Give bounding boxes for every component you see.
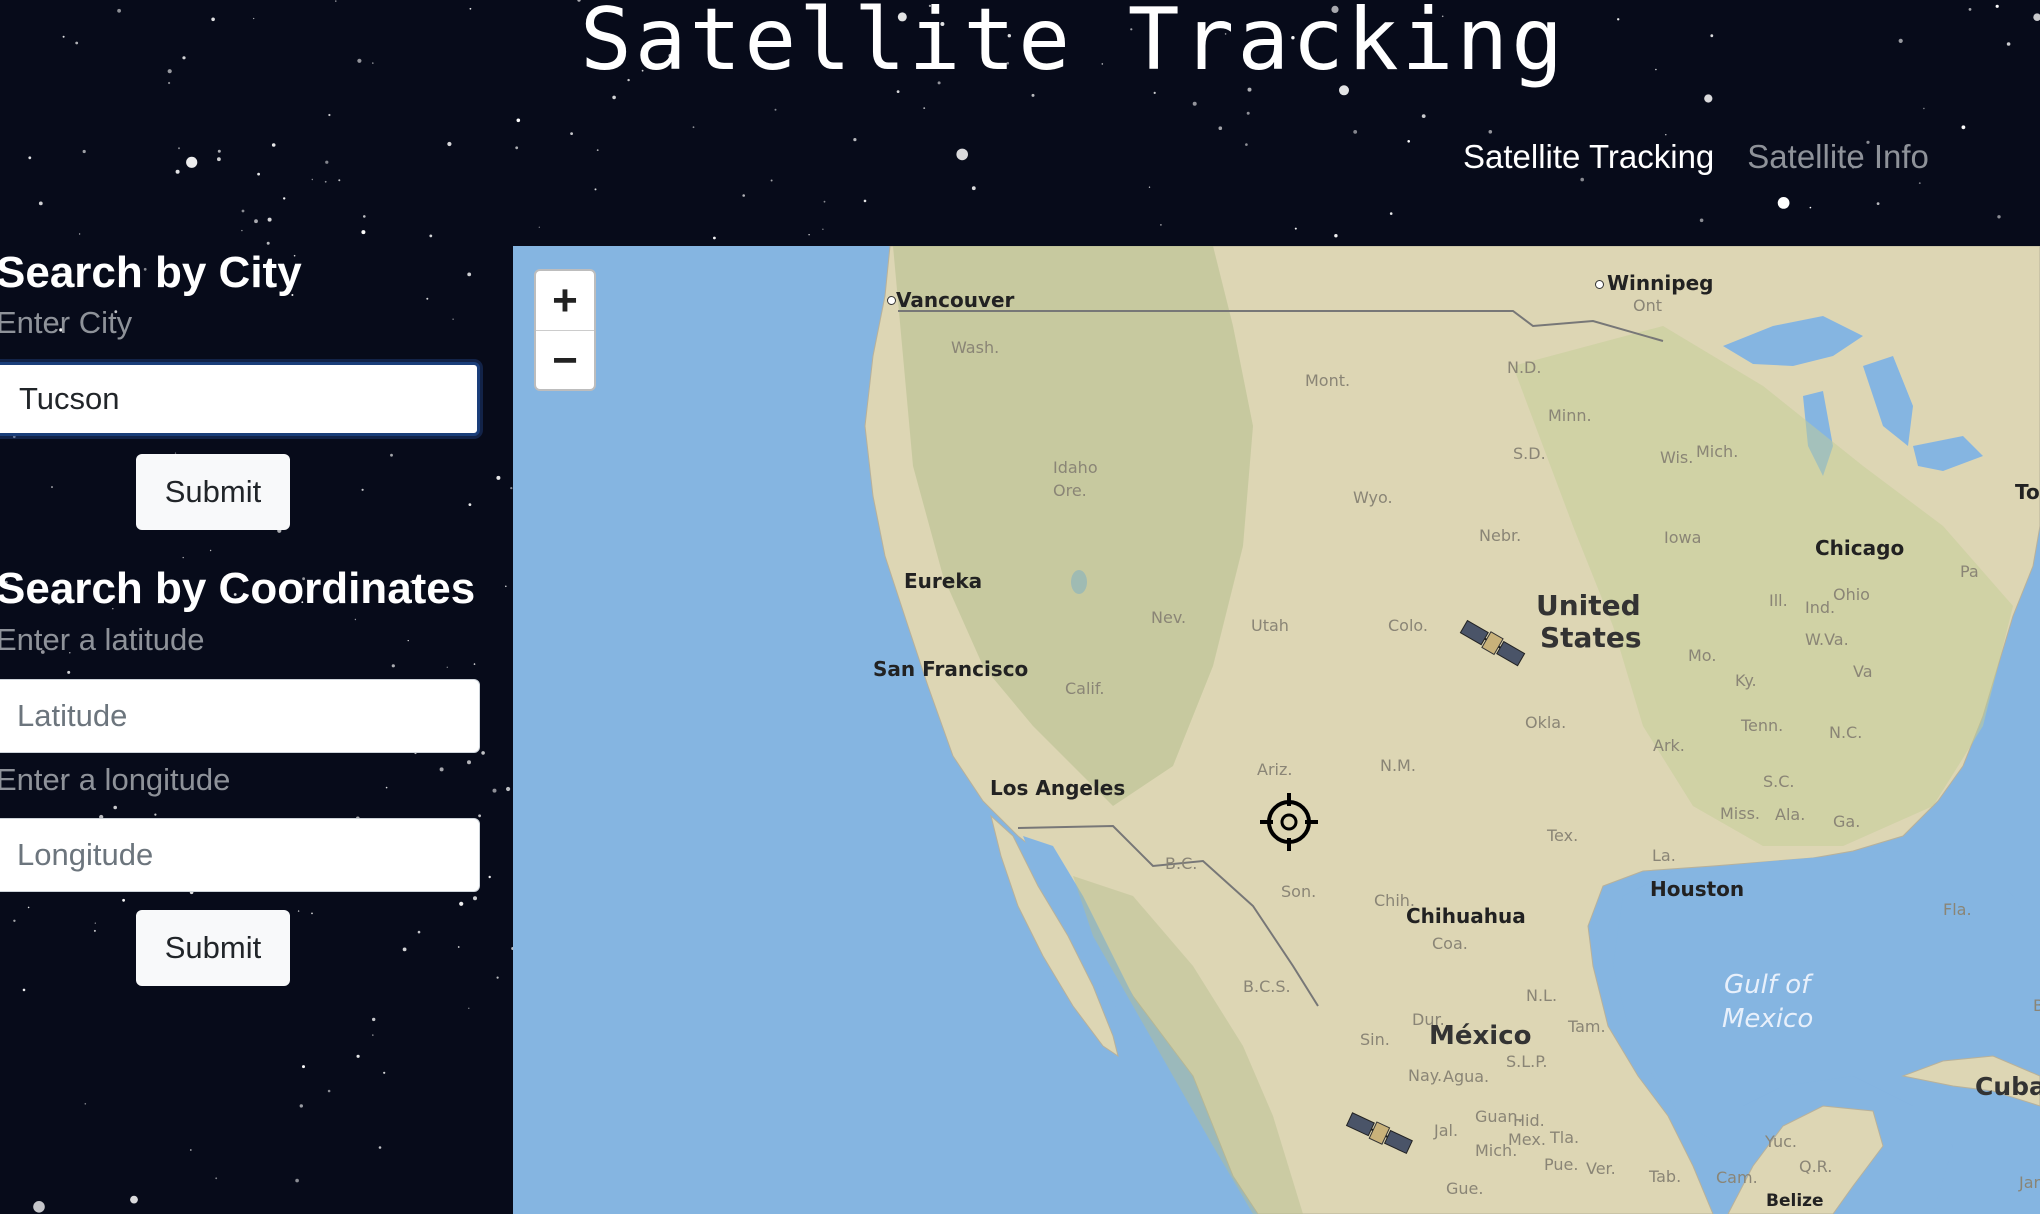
region-label: Jal. [1434, 1121, 1459, 1140]
region-label: Gue. [1446, 1179, 1484, 1198]
region-label: N.L. [1526, 986, 1558, 1005]
region-label: Utah [1251, 616, 1289, 635]
region-label: S.L.P. [1506, 1052, 1548, 1071]
region-label: Iowa [1664, 528, 1702, 547]
satellite-map[interactable]: Vancouver Winnipeg Eureka San Francisco … [513, 246, 2040, 1214]
region-label: Va [1853, 662, 1873, 681]
region-label: Wash. [951, 338, 1000, 357]
coordinates-submit-button[interactable]: Submit [136, 910, 290, 986]
region-label: Ga. [1833, 812, 1861, 831]
region-label: Miss. [1720, 804, 1761, 823]
region-label: Nay. [1408, 1066, 1443, 1085]
region-label: Chih. [1374, 891, 1415, 910]
location-target-icon[interactable] [1260, 793, 1318, 851]
region-label: Ind. [1805, 598, 1836, 617]
region-label: Pue. [1544, 1155, 1579, 1174]
region-label: Tab. [1649, 1167, 1682, 1186]
region-label: Q.R. [1799, 1157, 1833, 1176]
coordinates-search-heading: Search by Coordinates [0, 564, 476, 613]
region-label: Calif. [1065, 679, 1105, 698]
region-label: Tenn. [1741, 716, 1784, 735]
longitude-input[interactable] [0, 818, 480, 892]
nav-link-satellite-info[interactable]: Satellite Info [1747, 138, 1929, 176]
region-label: B.C.S. [1243, 977, 1291, 996]
latitude-input-label: Enter a latitude [0, 622, 205, 657]
region-label: Agua. [1443, 1067, 1490, 1086]
search-sidebar: Search by City Enter City Submit Search … [0, 0, 513, 1214]
region-label: Ill. [1769, 591, 1788, 610]
region-label: Wis. [1660, 448, 1694, 467]
region-label: La. [1652, 846, 1676, 865]
satellite-icon[interactable] [1457, 616, 1527, 672]
region-label: Mich. [1475, 1141, 1518, 1160]
region-label: Ohio [1833, 585, 1870, 604]
region-label: Dur. [1412, 1010, 1445, 1029]
region-label: Ark. [1653, 736, 1685, 755]
region-label: S.C. [1763, 772, 1795, 791]
region-label: Ore. [1053, 481, 1087, 500]
nav-link-satellite-tracking[interactable]: Satellite Tracking [1463, 138, 1714, 176]
region-label: Cam. [1716, 1168, 1758, 1187]
region-label: Coa. [1432, 934, 1468, 953]
region-label: N.C. [1829, 723, 1863, 742]
region-label: Ala. [1775, 805, 1806, 824]
region-label: Wyo. [1353, 488, 1393, 507]
region-label: S.D. [1513, 444, 1546, 463]
region-label: N.D. [1507, 358, 1542, 377]
region-label: Tex. [1547, 826, 1579, 845]
region-label: Son. [1281, 882, 1317, 901]
city-search-heading: Search by City [0, 248, 302, 297]
region-label: Yuc. [1765, 1132, 1797, 1151]
region-label: Ariz. [1257, 760, 1293, 779]
longitude-input-label: Enter a longitude [0, 762, 231, 797]
region-label: Mont. [1305, 371, 1351, 390]
region-labels: Wash. Mont. N.D. Minn. Ont S.D. Wis. Mich. Idaho… [513, 246, 2040, 1214]
region-label: B.C. [1165, 854, 1198, 873]
page-title: Satellite Tracking [580, 0, 1566, 90]
region-label: Minn. [1548, 406, 1592, 425]
region-label: Okla. [1525, 713, 1567, 732]
region-label: N.M. [1380, 756, 1416, 775]
region-label: Ky. [1735, 671, 1757, 690]
region-label: Idaho [1053, 458, 1098, 477]
region-label: Ver. [1586, 1159, 1616, 1178]
region-label: Colo. [1388, 616, 1428, 635]
satellite-icon[interactable] [1344, 1106, 1414, 1162]
region-label: Tla. [1550, 1128, 1580, 1147]
region-label: Ont [1633, 296, 1663, 315]
region-label: Sin. [1360, 1030, 1390, 1049]
region-label: Pa [1960, 562, 1979, 581]
city-input-label: Enter City [0, 305, 133, 340]
region-label: Mo. [1688, 646, 1717, 665]
latitude-input[interactable] [0, 679, 480, 753]
city-input[interactable] [0, 362, 480, 436]
top-nav: Satellite Tracking Satellite Info [1463, 138, 1929, 176]
region-label: Nebr. [1479, 526, 1522, 545]
region-label: Tam. [1568, 1017, 1606, 1036]
zoom-out-button[interactable]: − [536, 331, 594, 389]
region-label: Jar [2019, 1173, 2040, 1192]
zoom-control: + − [534, 269, 596, 391]
region-label: B [2033, 996, 2040, 1015]
region-label: Mich. [1696, 442, 1739, 461]
region-label: Hid. [1513, 1111, 1545, 1130]
region-label: Nev. [1151, 608, 1187, 627]
zoom-in-button[interactable]: + [536, 271, 594, 331]
region-label: W.Va. [1805, 630, 1849, 649]
city-submit-button[interactable]: Submit [136, 454, 290, 530]
region-label: Fla. [1943, 900, 1972, 919]
